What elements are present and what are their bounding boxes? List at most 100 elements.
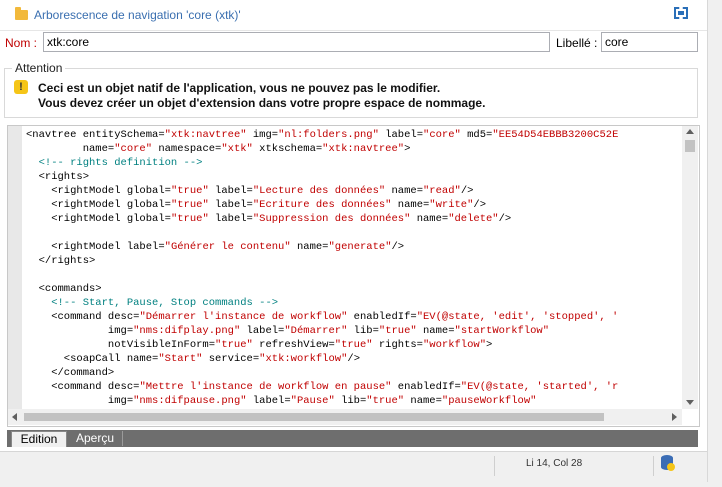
code-token: img= (26, 395, 134, 407)
scroll-down-icon[interactable] (686, 400, 694, 405)
tab-separator (122, 431, 123, 446)
code-line[interactable]: </command> (26, 366, 114, 380)
code-line[interactable]: <commands> (26, 282, 102, 296)
code-token: "core" (114, 143, 153, 155)
window: Arborescence de navigation 'core (xtk)' … (0, 0, 708, 482)
tab-apercu[interactable]: Aperçu (69, 431, 121, 447)
code-line[interactable]: <rightModel global="true" label="Suppres… (26, 212, 511, 226)
status-separator (494, 456, 495, 476)
code-token: label= (208, 199, 253, 211)
code-token: label= (246, 395, 291, 407)
code-token: /> (460, 185, 474, 197)
code-token: desc= (107, 381, 140, 393)
editor-tab-bar: Edition Aperçu (7, 430, 698, 447)
code-token: xtkschema= (252, 143, 323, 155)
code-token: label= (378, 129, 424, 141)
name-label: Nom : (5, 36, 38, 50)
code-token: "read" (423, 185, 461, 197)
code-token: /> (391, 241, 405, 253)
code-area[interactable]: <navtree entitySchema="xtk:navtree" img=… (26, 126, 681, 409)
horizontal-scrollbar[interactable] (8, 409, 682, 425)
scroll-up-icon[interactable] (686, 129, 694, 134)
libelle-label: Libellé : (556, 36, 598, 50)
code-line[interactable]: img="nms:difpause.png" label="Pause" lib… (26, 394, 537, 408)
horizontal-scroll-thumb[interactable] (24, 413, 604, 421)
code-token: label= (126, 241, 165, 253)
code-token: label= (208, 185, 253, 197)
code-token: "true" (170, 185, 209, 197)
code-token: name= (290, 241, 329, 253)
code-token: global= (126, 213, 171, 225)
code-token: "nms:difpause.png" (133, 395, 247, 407)
code-token: lib= (334, 395, 367, 407)
code-token: label= (208, 213, 253, 225)
code-token: "xtk" (221, 143, 253, 155)
code-token: "pauseWorkflow" (441, 395, 537, 407)
code-token: "EV(@state, 'edit', 'stopped', ' (416, 311, 619, 323)
vertical-scrollbar[interactable] (682, 126, 698, 409)
code-token: "Pause" (290, 395, 335, 407)
code-token: "xtk:navtree" (164, 129, 247, 141)
code-token: "true" (170, 213, 209, 225)
code-token: lib= (347, 325, 379, 337)
code-token: desc= (107, 311, 140, 323)
code-line[interactable]: <command desc="Démarrer l'instance de wo… (26, 310, 618, 324)
code-editor[interactable]: <navtree entitySchema="xtk:navtree" img=… (7, 125, 700, 427)
libelle-input[interactable] (601, 32, 698, 52)
code-token: </command> (26, 367, 115, 379)
code-token: <rights> (26, 171, 90, 183)
code-token: <rightModel (26, 213, 127, 225)
code-line[interactable]: notVisibleInForm="true" refreshView="tru… (26, 338, 492, 352)
code-token: "EV(@state, 'started', 'r (460, 381, 619, 393)
code-line[interactable]: <soapCall name="Start" service="xtk:work… (26, 352, 360, 366)
code-line[interactable]: </rights> (26, 254, 96, 268)
code-token: "Start" (158, 353, 203, 365)
maximize-icon[interactable] (673, 6, 691, 22)
name-input[interactable] (43, 32, 550, 52)
scroll-right-icon[interactable] (672, 413, 677, 421)
code-line[interactable]: <rightModel label="Générer le contenu" n… (26, 240, 404, 254)
warning-legend: Attention (12, 61, 66, 75)
code-line[interactable]: <command desc="Mettre l'instance de work… (26, 380, 618, 394)
code-token: "workflow" (423, 339, 487, 351)
code-line[interactable]: <navtree entitySchema="xtk:navtree" img=… (26, 128, 618, 142)
editor-gutter (8, 126, 22, 409)
code-token: entitySchema= (82, 129, 165, 141)
code-token: "Lecture des données" (252, 185, 386, 197)
code-token: "nms:difplay.png" (133, 325, 241, 337)
code-token: enabledIf= (347, 311, 417, 323)
code-token: "true" (378, 325, 417, 337)
code-token: "xtk:workflow" (259, 353, 348, 365)
code-token: <command (26, 381, 108, 393)
code-line[interactable]: <rightModel global="true" label="Ecritur… (26, 198, 486, 212)
code-token: global= (126, 185, 171, 197)
folder-icon (15, 7, 28, 20)
code-token: <rightModel (26, 241, 127, 253)
window-title: Arborescence de navigation 'core (xtk)' (34, 8, 241, 22)
status-bar: Li 14, Col 28 (0, 451, 707, 482)
code-token: > (404, 143, 411, 155)
code-token: refreshView= (252, 339, 335, 351)
code-token: <!-- Start, Pause, Stop commands --> (26, 297, 279, 309)
code-token: "delete" (448, 213, 499, 225)
code-line[interactable]: <rights> (26, 170, 89, 184)
code-token: namespace= (152, 143, 222, 155)
code-token: name= (385, 185, 423, 197)
code-line[interactable]: img="nms:difplay.png" label="Démarrer" l… (26, 324, 549, 338)
code-token: name= (391, 199, 430, 211)
code-token: > (486, 339, 493, 351)
tab-edition[interactable]: Edition (11, 431, 67, 447)
code-token: "true" (170, 199, 209, 211)
code-token: "startWorkflow" (454, 325, 550, 337)
warning-icon: ! (14, 80, 28, 94)
code-line[interactable]: <!-- rights definition --> (26, 156, 203, 170)
code-line[interactable]: name="core" namespace="xtk" xtkschema="x… (26, 142, 411, 156)
code-token: "Mettre l'instance de workflow en pause" (139, 381, 392, 393)
code-line[interactable]: <rightModel global="true" label="Lecture… (26, 184, 473, 198)
vertical-scroll-thumb[interactable] (685, 140, 695, 152)
code-line[interactable]: <!-- Start, Pause, Stop commands --> (26, 296, 278, 310)
database-icon[interactable] (661, 455, 675, 471)
code-token: name= (410, 213, 449, 225)
code-token: enabledIf= (391, 381, 461, 393)
scroll-left-icon[interactable] (12, 413, 17, 421)
